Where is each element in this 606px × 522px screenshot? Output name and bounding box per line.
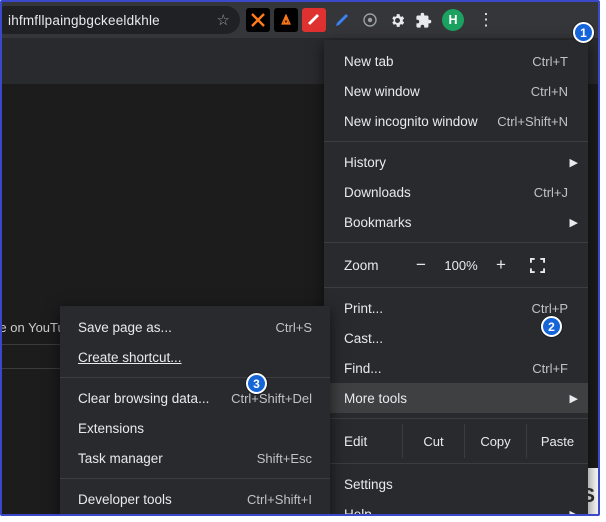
menu-more-tools[interactable]: More tools▶ — [324, 383, 588, 413]
menu-history[interactable]: History▶ — [324, 147, 588, 177]
menu-bookmarks[interactable]: Bookmarks▶ — [324, 207, 588, 237]
settings-gear-icon[interactable] — [386, 9, 408, 31]
menu-downloads[interactable]: DownloadsCtrl+J — [324, 177, 588, 207]
chrome-main-menu: New tabCtrl+T New windowCtrl+N New incog… — [324, 40, 588, 516]
address-bar[interactable]: ihfmfllpaingbgckeeldkhle ☆ — [0, 6, 240, 34]
fullscreen-icon[interactable] — [522, 250, 552, 280]
menu-edit-row: Edit Cut Copy Paste — [324, 424, 588, 458]
menu-new-tab[interactable]: New tabCtrl+T — [324, 46, 588, 76]
extension-icon-2[interactable] — [274, 8, 298, 32]
extension-icon-4[interactable] — [330, 8, 354, 32]
chevron-right-icon: ▶ — [570, 156, 578, 169]
submenu-save-page[interactable]: Save page as...Ctrl+S — [60, 312, 330, 342]
menu-separator — [324, 141, 588, 142]
extension-icons: H ⋮ — [246, 6, 504, 34]
menu-kebab-icon[interactable]: ⋮ — [472, 6, 500, 34]
zoom-percent: 100% — [436, 258, 486, 273]
menu-new-window[interactable]: New windowCtrl+N — [324, 76, 588, 106]
chevron-right-icon: ▶ — [570, 216, 578, 229]
submenu-clear-browsing-data[interactable]: Clear browsing data...Ctrl+Shift+Del — [60, 383, 330, 413]
menu-zoom-row: Zoom − 100% + — [324, 248, 588, 282]
menu-help[interactable]: Help▶ — [324, 499, 588, 516]
edit-paste-button[interactable]: Paste — [526, 424, 588, 458]
browser-toolbar: ihfmfllpaingbgckeeldkhle ☆ H ⋮ — [2, 2, 598, 38]
edit-cut-button[interactable]: Cut — [402, 424, 464, 458]
profile-avatar[interactable]: H — [442, 9, 464, 31]
extension-icon-3[interactable] — [302, 8, 326, 32]
menu-separator — [324, 242, 588, 243]
edit-copy-button[interactable]: Copy — [464, 424, 526, 458]
more-tools-submenu: Save page as...Ctrl+S Create shortcut...… — [60, 306, 330, 516]
menu-new-incognito[interactable]: New incognito windowCtrl+Shift+N — [324, 106, 588, 136]
chevron-right-icon: ▶ — [570, 508, 578, 517]
window-frame: ihfmfllpaingbgckeeldkhle ☆ H ⋮ erience o… — [0, 0, 600, 516]
zoom-out-button[interactable]: − — [406, 255, 436, 275]
zoom-label: Zoom — [344, 258, 406, 273]
annotation-badge-2: 2 — [541, 316, 562, 337]
menu-separator — [324, 463, 588, 464]
extension-icon-5[interactable] — [358, 8, 382, 32]
annotation-badge-1: 1 — [573, 22, 594, 43]
menu-separator — [60, 377, 330, 378]
address-text: ihfmfllpaingbgckeeldkhle — [8, 13, 213, 28]
menu-separator — [60, 478, 330, 479]
submenu-task-manager[interactable]: Task managerShift+Esc — [60, 443, 330, 473]
submenu-extensions[interactable]: Extensions — [60, 413, 330, 443]
extensions-puzzle-icon[interactable] — [412, 9, 434, 31]
menu-settings[interactable]: Settings — [324, 469, 588, 499]
edit-label: Edit — [344, 434, 402, 449]
menu-separator — [324, 418, 588, 419]
submenu-developer-tools[interactable]: Developer toolsCtrl+Shift+I — [60, 484, 330, 514]
menu-separator — [324, 287, 588, 288]
menu-find[interactable]: Find...Ctrl+F — [324, 353, 588, 383]
zoom-in-button[interactable]: + — [486, 255, 516, 275]
extension-icon-1[interactable] — [246, 8, 270, 32]
annotation-badge-3: 3 — [246, 373, 267, 394]
bookmark-star-icon[interactable]: ☆ — [217, 11, 230, 29]
submenu-create-shortcut[interactable]: Create shortcut... — [60, 342, 330, 372]
chevron-right-icon: ▶ — [570, 392, 578, 405]
